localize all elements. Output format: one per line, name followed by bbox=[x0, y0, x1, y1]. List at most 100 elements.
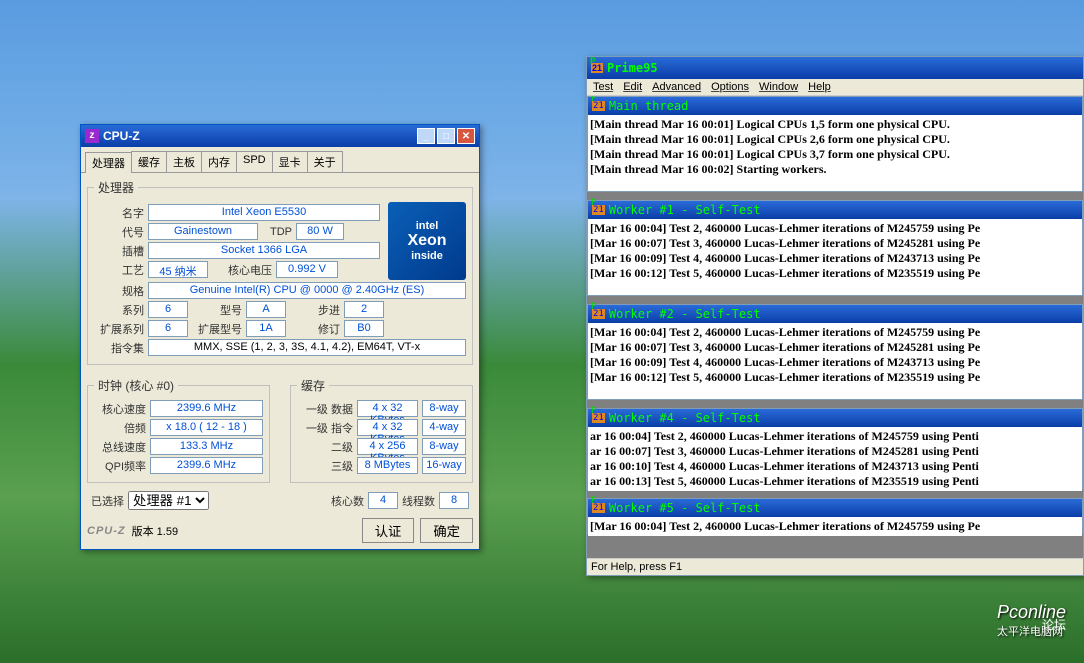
instr-label: 指令集 bbox=[94, 340, 144, 356]
spec-value: Genuine Intel(R) CPU @ 0000 @ 2.40GHz (E… bbox=[148, 282, 466, 299]
extmodel-label: 扩展型号 bbox=[192, 321, 242, 337]
prime95-icon: 21 bbox=[592, 413, 605, 423]
child-body: [Mar 16 00:04] Test 2, 460000 Lucas-Lehm… bbox=[588, 323, 1082, 387]
name-label: 名字 bbox=[94, 205, 144, 221]
cores-value: 4 bbox=[368, 492, 398, 509]
l1d-label: 一级 数据 bbox=[297, 401, 353, 417]
menu-options[interactable]: Options bbox=[711, 81, 749, 93]
package-label: 插槽 bbox=[94, 243, 144, 259]
log-line: [Main thread Mar 16 00:01] Logical CPUs … bbox=[590, 147, 1080, 162]
corespeed-value: 2399.6 MHz bbox=[150, 400, 263, 417]
bus-value: 133.3 MHz bbox=[150, 438, 263, 455]
log-line: [Mar 16 00:09] Test 4, 460000 Lucas-Lehm… bbox=[590, 251, 1080, 266]
validate-button[interactable]: 认证 bbox=[362, 518, 415, 543]
child-titlebar[interactable]: 21Worker #2 - Self-Test bbox=[588, 305, 1082, 323]
processor-group: 处理器 名字Intel Xeon E5530 代号GainestownTDP80… bbox=[87, 179, 473, 365]
ok-button[interactable]: 确定 bbox=[420, 518, 473, 543]
log-line: [Mar 16 00:09] Test 4, 460000 Lucas-Lehm… bbox=[590, 355, 1080, 370]
package-value: Socket 1366 LGA bbox=[148, 242, 380, 259]
extfam-value: 6 bbox=[148, 320, 188, 337]
prime95-menubar: Test Edit Advanced Options Window Help bbox=[587, 79, 1083, 96]
maximize-button[interactable]: □ bbox=[437, 128, 455, 144]
tab-mainboard[interactable]: 主板 bbox=[166, 151, 202, 172]
tdp-value: 80 W bbox=[296, 223, 344, 240]
child-body: ar 16 00:04] Test 2, 460000 Lucas-Lehmer… bbox=[588, 427, 1082, 491]
menu-test[interactable]: Test bbox=[593, 81, 613, 93]
tech-label: 工艺 bbox=[94, 262, 144, 278]
status-bar: For Help, press F1 bbox=[587, 558, 1083, 575]
mdi-child[interactable]: 21Worker #2 - Self-Test[Mar 16 00:04] Te… bbox=[587, 304, 1083, 400]
mult-label: 倍频 bbox=[94, 420, 146, 436]
stepping-value: 2 bbox=[344, 301, 384, 318]
spec-label: 规格 bbox=[94, 283, 144, 299]
tab-spd[interactable]: SPD bbox=[236, 151, 273, 172]
threads-value: 8 bbox=[439, 492, 469, 509]
codename-label: 代号 bbox=[94, 224, 144, 240]
revision-value: B0 bbox=[344, 320, 384, 337]
close-button[interactable]: ✕ bbox=[457, 128, 475, 144]
child-body: [Main thread Mar 16 00:01] Logical CPUs … bbox=[588, 115, 1082, 179]
cpuz-window: z CPU-Z _ □ ✕ 处理器 缓存 主板 内存 SPD 显卡 关于 处理器… bbox=[80, 124, 480, 550]
cpuz-tabs: 处理器 缓存 主板 内存 SPD 显卡 关于 bbox=[81, 147, 479, 173]
tab-processor[interactable]: 处理器 bbox=[85, 152, 132, 173]
child-titlebar[interactable]: 21 Worker #4 - Self-Test bbox=[588, 409, 1082, 427]
prime95-titlebar[interactable]: 21 Prime95 bbox=[587, 57, 1083, 79]
tab-cache[interactable]: 缓存 bbox=[131, 151, 167, 172]
prime95-icon: 21 bbox=[592, 205, 605, 215]
corespeed-label: 核心速度 bbox=[94, 401, 146, 417]
mdi-child[interactable]: 21 Worker #1 - Self-Test [Mar 16 00:04] Te… bbox=[587, 200, 1083, 296]
menu-advanced[interactable]: Advanced bbox=[652, 81, 701, 93]
cpuz-icon: z bbox=[85, 129, 99, 143]
child-titlebar[interactable]: 21 Main thread bbox=[588, 97, 1082, 115]
cache-group: 缓存 一级 数据4 x 32 KBytes8-way 一级 指令4 x 32 K… bbox=[290, 377, 473, 483]
cores-label: 核心数 bbox=[331, 493, 364, 509]
corev-label: 核心电压 bbox=[212, 262, 272, 278]
cpuz-titlebar[interactable]: z CPU-Z _ □ ✕ bbox=[81, 125, 479, 147]
l2-label: 二级 bbox=[297, 439, 353, 455]
clocks-legend: 时钟 (核心 #0) bbox=[94, 377, 178, 394]
child-titlebar[interactable]: 21 Worker #1 - Self-Test bbox=[588, 201, 1082, 219]
tab-about[interactable]: 关于 bbox=[307, 151, 343, 172]
child-title: Worker #4 - Self-Test bbox=[609, 411, 761, 425]
model-label: 型号 bbox=[192, 302, 242, 318]
instr-value: MMX, SSE (1, 2, 3, 3S, 4.1, 4.2), EM64T,… bbox=[148, 339, 466, 356]
extmodel-value: 1A bbox=[246, 320, 286, 337]
menu-edit[interactable]: Edit bbox=[623, 81, 642, 93]
bus-label: 总线速度 bbox=[94, 439, 146, 455]
l2-value: 4 x 256 KBytes bbox=[357, 438, 418, 455]
log-line: ar 16 00:04] Test 2, 460000 Lucas-Lehmer… bbox=[590, 429, 1080, 444]
mdi-child[interactable]: 21 Worker #4 - Self-Test ar 16 00:04] Test… bbox=[587, 408, 1083, 490]
processor-legend: 处理器 bbox=[94, 179, 138, 196]
log-line: [Mar 16 00:12] Test 5, 460000 Lucas-Lehm… bbox=[590, 266, 1080, 281]
mdi-child[interactable]: 21 Main thread [Main thread Mar 16 00:01] … bbox=[587, 96, 1083, 192]
menu-window[interactable]: Window bbox=[759, 81, 798, 93]
qpi-value: 2399.6 MHz bbox=[150, 457, 263, 474]
processor-select[interactable]: 处理器 #1 bbox=[128, 491, 209, 510]
family-value: 6 bbox=[148, 301, 188, 318]
cache-legend: 缓存 bbox=[297, 377, 329, 394]
prime95-window: 21 Prime95 Test Edit Advanced Options Wi… bbox=[586, 56, 1084, 576]
intel-xeon-logo: intel Xeon inside bbox=[388, 202, 466, 280]
prime95-icon: 21 bbox=[592, 101, 605, 111]
selection-label: 已选择 bbox=[91, 493, 124, 509]
log-line: [Mar 16 00:07] Test 3, 460000 Lucas-Lehm… bbox=[590, 340, 1080, 355]
log-line: [Mar 16 00:04] Test 2, 460000 Lucas-Lehm… bbox=[590, 221, 1080, 236]
tab-graphics[interactable]: 显卡 bbox=[272, 151, 308, 172]
tdp-label: TDP bbox=[262, 226, 292, 238]
child-title: Main thread bbox=[609, 99, 688, 113]
log-line: [Main thread Mar 16 00:02] Starting work… bbox=[590, 162, 1080, 177]
model-value: A bbox=[246, 301, 286, 318]
child-titlebar[interactable]: 21Worker #5 - Self-Test bbox=[588, 499, 1082, 517]
tech-value: 45 纳米 bbox=[148, 261, 208, 278]
menu-help[interactable]: Help bbox=[808, 81, 831, 93]
prime95-icon: 21 bbox=[592, 309, 605, 319]
minimize-button[interactable]: _ bbox=[417, 128, 435, 144]
cpuz-version: 版本 1.59 bbox=[132, 523, 178, 539]
mdi-child[interactable]: 21Worker #5 - Self-Test[Mar 16 00:04] Te… bbox=[587, 498, 1083, 534]
extfam-label: 扩展系列 bbox=[94, 321, 144, 337]
family-label: 系列 bbox=[94, 302, 144, 318]
corev-value: 0.992 V bbox=[276, 261, 338, 278]
child-title: Worker #1 - Self-Test bbox=[609, 203, 761, 217]
tab-memory[interactable]: 内存 bbox=[201, 151, 237, 172]
cpuz-title: CPU-Z bbox=[103, 129, 140, 143]
